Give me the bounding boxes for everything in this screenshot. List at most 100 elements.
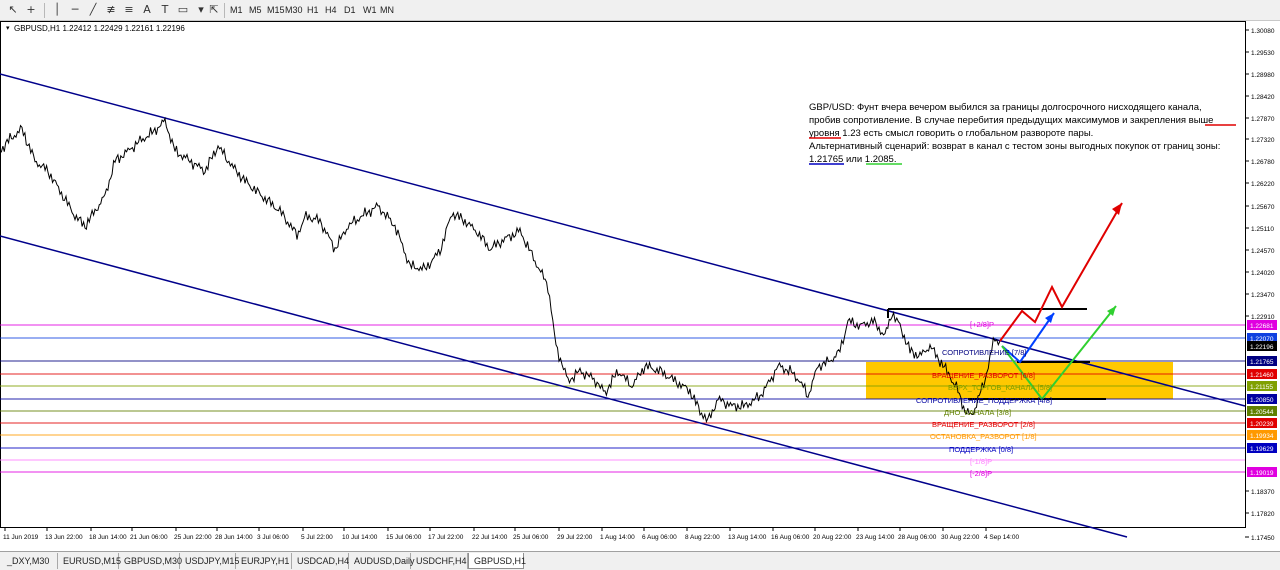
price-tick-label: 1.27320 (1251, 137, 1275, 144)
channel-icon[interactable]: ≢ (103, 3, 119, 17)
murrey-level-label: ОСТАНОВКА_РАЗВОРОТ [1/8] (930, 432, 1037, 441)
arrow-tool-icon[interactable]: ⇱ (206, 3, 222, 17)
tf-m5[interactable]: M5 (247, 3, 264, 17)
murrey-level-label: ВРАЩЕНИЕ_РАЗВОРОТ [2/8] (932, 420, 1035, 429)
price-tick-label: 1.17450 (1251, 535, 1275, 542)
time-tick-label: 28 Jun 14:00 (215, 534, 253, 541)
price-tick-label: 1.23470 (1251, 292, 1275, 299)
chart-collapse-icon[interactable]: ▾ (6, 25, 10, 32)
murrey-level-label: СОПРОТИВЛЕНИЕ [7/8] (942, 348, 1026, 357)
time-tick-label: 8 Aug 22:00 (685, 534, 720, 541)
price-tick-label: 1.30080 (1251, 28, 1275, 35)
cursor-icon[interactable]: ↖ (5, 3, 21, 17)
annotation-line-4: Альтернативный сценарий: возврат в канал… (809, 141, 1220, 152)
price-tick-label: 1.24020 (1251, 270, 1275, 277)
tab-gbpusd-m30[interactable]: GBPUSD,M30 (119, 553, 182, 569)
price-tick-label: 1.27870 (1251, 116, 1275, 123)
level-price-tag-text: 1.21765 (1250, 359, 1274, 366)
tf-mn[interactable]: MN (378, 3, 396, 17)
time-tick-label: 18 Jun 14:00 (89, 534, 127, 541)
murrey-level-label: [+2/8]P (970, 320, 994, 329)
chart-header: GBPUSD,H1 1.22412 1.22429 1.22161 1.2219… (14, 24, 185, 33)
price-tick-label: 1.26780 (1251, 159, 1275, 166)
price-tick-label: 1.28420 (1251, 94, 1275, 101)
tf-m30[interactable]: M30 (283, 3, 305, 17)
time-tick-label: 1 Aug 14:00 (600, 534, 635, 541)
price-tick-label: 1.17820 (1251, 511, 1275, 518)
price-tick-label: 1.26220 (1251, 181, 1275, 188)
tab-eurusd-m15[interactable]: EURUSD,M15 (58, 553, 121, 569)
time-tick-label: 28 Aug 06:00 (898, 534, 937, 541)
level-price-tag-text: 1.19934 (1250, 433, 1274, 440)
murrey-level-label: ДНО_КАНАЛА [3/8] (944, 408, 1011, 417)
text-icon[interactable]: A (139, 3, 155, 17)
tf-d1[interactable]: D1 (342, 3, 358, 17)
current-price-text: 1.22196 (1250, 344, 1274, 351)
time-tick-label: 13 Jun 22:00 (45, 534, 83, 541)
horizontal-line-icon[interactable]: ─ (67, 3, 83, 17)
time-tick-label: 5 Jul 22:00 (301, 534, 333, 541)
annotation-or: или (843, 154, 864, 165)
price-tick-label: 1.22910 (1251, 314, 1275, 321)
price-axis[interactable]: 1.30080 1.29530 1.28980 1.28420 1.27870 1.273… (1245, 28, 1277, 542)
level-price-tag-text: 1.20239 (1250, 421, 1274, 428)
shapes-icon[interactable]: ▭ (175, 3, 191, 17)
time-tick-label: 4 Sep 14:00 (984, 534, 1019, 541)
time-tick-label: 30 Aug 22:00 (941, 534, 980, 541)
tf-h4[interactable]: H4 (323, 3, 339, 17)
level-price-tag-text: 1.20544 (1250, 409, 1274, 416)
crosshair-icon[interactable]: + (23, 3, 39, 17)
time-tick-label: 21 Jun 06:00 (130, 534, 168, 541)
toolbar: ↖ + │ ─ ╱ ≢ ≡ A T ▭ ▾ ⇱ M1 M5 M15 M30 H1… (0, 0, 1280, 21)
tab-eurjpy-h1[interactable]: EURJPY,H1 (236, 553, 292, 569)
price-tick-label: 1.29530 (1251, 50, 1275, 57)
tab-audusd-daily[interactable]: AUDUSD,Daily (349, 553, 415, 569)
time-tick-label: 20 Aug 22:00 (813, 534, 852, 541)
price-tick-label: 1.25110 (1251, 226, 1274, 233)
level-price-tag-text: 1.19019 (1250, 470, 1274, 477)
time-tick-label: 25 Jun 22:00 (174, 534, 212, 541)
tab-usdcad-h4[interactable]: USDCAD,H4 (292, 553, 349, 569)
vertical-line-icon[interactable]: │ (49, 3, 65, 17)
annotation-line-1: GBP/USD: Фунт вчера вечером выбился за г… (809, 102, 1202, 113)
time-tick-label: 29 Jul 22:00 (557, 534, 593, 541)
level-price-tag-text: 1.20850 (1250, 397, 1274, 404)
murrey-level-label: [-1/8]P (970, 457, 992, 466)
time-tick-label: 22 Jul 14:00 (472, 534, 508, 541)
chart-area[interactable]: [+2/8]P СОПРОТИВЛЕНИЕ [7/8] ВРАЩЕНИЕ_РАЗВО… (0, 21, 1280, 551)
tab-gbpusd-h1[interactable]: GBPUSD,H1 (468, 553, 526, 569)
murrey-level-label: ПОДДЕРЖКА [0/8] (949, 445, 1013, 454)
time-tick-label: 17 Jul 22:00 (428, 534, 464, 541)
murrey-level-label: ВЕРХ_ТОРГОВ_КАНАЛА [5/8] (948, 383, 1052, 392)
annotation-line-3: уровня 1.23 есть смысл говорить о глобал… (809, 128, 1093, 139)
tf-w1[interactable]: W1 (361, 3, 379, 17)
tf-m1[interactable]: M1 (228, 3, 245, 17)
time-axis[interactable]: 11 Jun 2019 13 Jun 22:00 18 Jun 14:00 21 Ju… (3, 527, 1019, 541)
time-tick-label: 10 Jul 14:00 (342, 534, 378, 541)
trendline-icon[interactable]: ╱ (85, 3, 101, 17)
annotation-line-2: пробив сопротивление. В случае перебития… (809, 115, 1213, 126)
murrey-level-label: СОПРОТИВЛЕНИЕ_ПОДДЕРЖКА [4/8] (916, 396, 1052, 405)
chart-tabs: _DXY,M30 EURUSD,M15 GBPUSD,M30 USDJPY,M1… (0, 551, 1280, 570)
level-price-tag-text: 1.22681 (1250, 323, 1274, 330)
tab-usdchf-h4[interactable]: USDCHF,H4 (411, 553, 468, 569)
time-tick-label: 6 Aug 06:00 (642, 534, 677, 541)
time-tick-label: 13 Aug 14:00 (728, 534, 767, 541)
tab-dxy-m30[interactable]: _DXY,M30 (2, 553, 58, 569)
label-icon[interactable]: T (157, 3, 173, 17)
time-tick-label: 15 Jul 06:00 (386, 534, 422, 541)
price-tick-label: 1.18370 (1251, 489, 1275, 496)
murrey-level-label: ВРАЩЕНИЕ_РАЗВОРОТ [6/8] (932, 371, 1035, 380)
price-tick-label: 1.24570 (1251, 248, 1275, 255)
level-price-tag-text: 1.21460 (1250, 372, 1274, 379)
time-tick-label: 25 Jul 06:00 (513, 534, 549, 541)
price-tick-label: 1.25670 (1251, 204, 1275, 211)
tf-h1[interactable]: H1 (305, 3, 321, 17)
tab-usdjpy-m15[interactable]: USDJPY,M15 (180, 553, 239, 569)
time-tick-label: 11 Jun 2019 (3, 534, 39, 541)
level-price-tag-text: 1.19629 (1250, 446, 1274, 453)
murrey-level-label: [-2/8]P (970, 469, 992, 478)
plot-frame (0, 21, 1246, 528)
price-tick-label: 1.28980 (1251, 72, 1275, 79)
fibonacci-icon[interactable]: ≡ (121, 3, 137, 17)
